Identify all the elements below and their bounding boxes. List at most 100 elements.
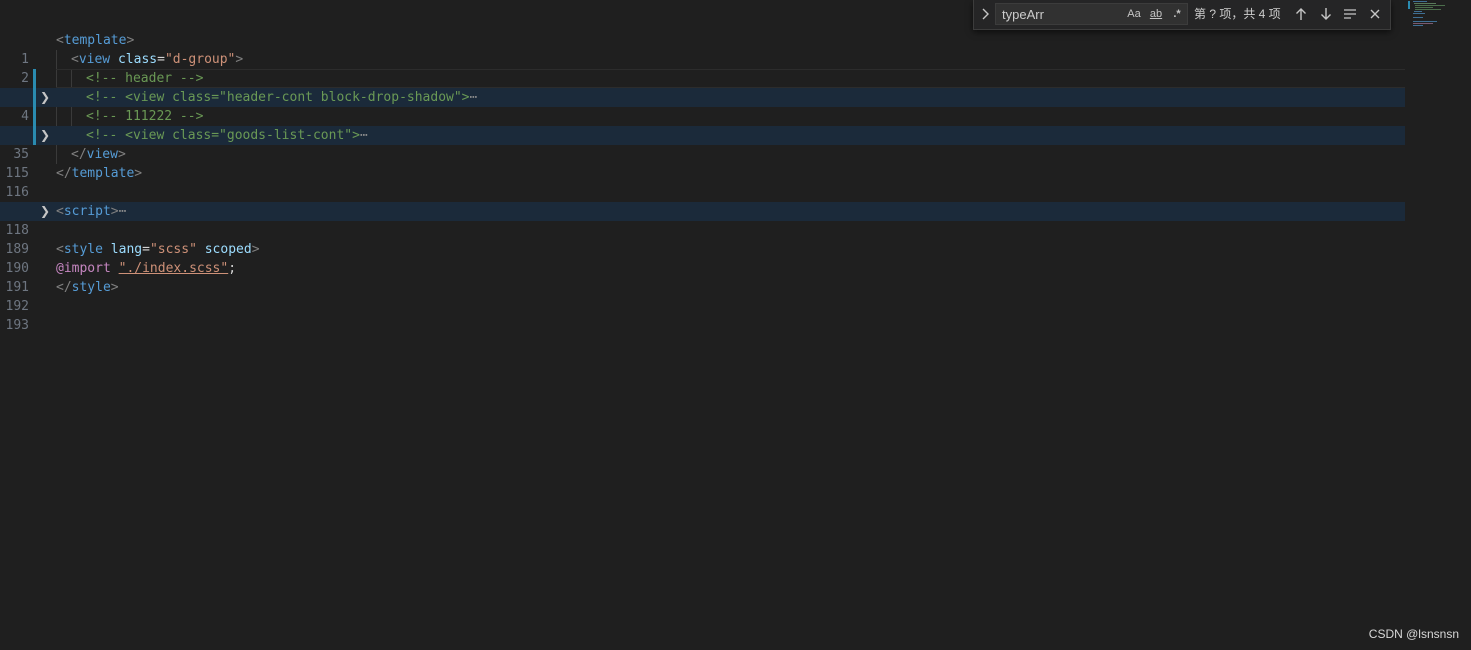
close-icon[interactable]: [1365, 4, 1385, 24]
code-text[interactable]: </template>: [56, 164, 142, 183]
bracket: >: [110, 204, 119, 219]
minimap[interactable]: [1405, 0, 1471, 650]
minimap-line: [1414, 11, 1422, 12]
bracket: </: [71, 147, 87, 162]
code-text[interactable]: <style lang="scss" scoped>: [56, 240, 260, 259]
code-line[interactable]: 117: [0, 183, 1405, 219]
tag-name: template: [71, 166, 135, 181]
bracket: </: [56, 280, 72, 295]
code-line-folded[interactable]: 35 ❯ <!-- <view class="goods-list-cont">…: [0, 126, 1405, 162]
import-path-link[interactable]: "./index.scss": [119, 261, 229, 276]
tag-name: template: [63, 33, 127, 48]
minimap-line: [1413, 21, 1437, 22]
minimap-line: [1413, 25, 1423, 26]
arrow-up-icon[interactable]: [1291, 4, 1311, 24]
tag-name: script: [63, 204, 111, 219]
arrow-down-icon[interactable]: [1316, 4, 1336, 24]
comment: <!-- header -->: [86, 71, 204, 86]
bracket: >: [251, 242, 260, 257]
minimap-line: [1415, 5, 1445, 6]
code-line-current[interactable]: 3 <!-- header -->: [0, 69, 1405, 105]
tag-name: style: [63, 242, 103, 257]
code-text[interactable]: <!-- <view class="goods-list-cont">⋯: [86, 126, 368, 145]
equals: =: [157, 52, 165, 67]
fold-chevron-right-icon[interactable]: ❯: [38, 202, 52, 221]
minimap-line: [1413, 17, 1423, 18]
code-line[interactable]: 192 </style>: [0, 278, 1405, 314]
bracket: >: [126, 33, 135, 48]
bracket: <: [56, 242, 64, 257]
code-line[interactable]: 2 <view class="d-group">: [0, 50, 1405, 86]
tag-name: style: [71, 280, 111, 295]
minimap-line: [1415, 9, 1441, 10]
code-line[interactable]: 193: [0, 297, 1405, 333]
minimap-line: [1413, 1, 1427, 2]
fold-chevron-right-icon[interactable]: ❯: [38, 88, 52, 107]
tag-name: view: [78, 52, 111, 67]
equals: =: [142, 242, 150, 257]
folded-ellipsis[interactable]: ⋯: [119, 204, 127, 219]
code-line[interactable]: 191 @import "./index.scss";: [0, 259, 1405, 295]
modified-marker: [33, 107, 36, 126]
attribute-value: "d-group": [164, 52, 236, 67]
semicolon: ;: [228, 261, 237, 276]
code-text[interactable]: <script>⋯: [56, 202, 126, 221]
match-case-button[interactable]: Aa: [1126, 6, 1142, 22]
code-text[interactable]: </view>: [71, 145, 126, 164]
find-input[interactable]: [1002, 5, 1122, 23]
bracket: >: [235, 52, 244, 67]
bracket: </: [56, 166, 72, 181]
comment: <!-- 111222 -->: [86, 109, 204, 124]
code-line[interactable]: 1 <template>: [0, 31, 1405, 67]
code-line-folded[interactable]: 4 ❯ <!-- <view class="header-cont block-…: [0, 88, 1405, 124]
attribute-value: "scss": [149, 242, 197, 257]
chevron-right-icon[interactable]: [976, 4, 994, 24]
comment: <!-- <view class="goods-list-cont">: [86, 128, 360, 143]
code-line[interactable]: 189: [0, 221, 1405, 257]
minimap-line: [1413, 13, 1425, 14]
minimap-line: [1413, 23, 1433, 24]
bracket: <: [71, 52, 79, 67]
attribute-name: scoped: [204, 242, 252, 257]
modified-marker: [33, 126, 36, 145]
regex-button[interactable]: .*: [1169, 6, 1185, 22]
find-widget: Aa ab .* 第 ? 项，共 4 项: [973, 0, 1391, 30]
code-text[interactable]: @import "./index.scss";: [56, 259, 236, 278]
minimap-line: [1415, 7, 1433, 8]
code-line[interactable]: 116 </template>: [0, 164, 1405, 200]
code-line[interactable]: 34 <!-- 111222 -->: [0, 107, 1405, 143]
modified-marker: [33, 69, 36, 88]
code-line-folded[interactable]: 118 ❯ <script>⋯: [0, 202, 1405, 238]
bracket: >: [117, 147, 126, 162]
whole-word-button[interactable]: ab: [1147, 6, 1165, 22]
modified-marker: [33, 88, 36, 107]
attribute-name: lang: [110, 242, 143, 257]
attribute-name: class: [117, 52, 158, 67]
code-text[interactable]: </style>: [56, 278, 119, 297]
bracket: <: [56, 204, 64, 219]
folded-ellipsis[interactable]: ⋯: [470, 90, 478, 105]
code-text[interactable]: <!-- 111222 -->: [86, 107, 203, 126]
import-keyword: @import: [56, 261, 111, 276]
bracket: <: [56, 33, 64, 48]
code-text[interactable]: <view class="d-group">: [71, 50, 243, 69]
folded-ellipsis[interactable]: ⋯: [360, 128, 368, 143]
code-text[interactable]: <!-- <view class="header-cont block-drop…: [86, 88, 477, 107]
code-text[interactable]: <template>: [56, 31, 134, 50]
tag-name: view: [86, 147, 118, 162]
find-in-selection-icon[interactable]: [1340, 4, 1360, 24]
fold-chevron-right-icon[interactable]: ❯: [38, 126, 52, 145]
watermark-text: CSDN @lsnsnsn: [1368, 627, 1459, 641]
line-number: 193: [5, 318, 29, 333]
match-count: 第 ? 项，共 4 项: [1194, 7, 1281, 21]
minimap-line: [1408, 1, 1410, 9]
code-text[interactable]: <!-- header -->: [86, 69, 203, 88]
find-input-box: Aa ab .*: [995, 3, 1188, 25]
bracket: >: [110, 280, 119, 295]
comment: <!-- <view class="header-cont block-drop…: [86, 90, 470, 105]
bracket: >: [134, 166, 143, 181]
code-line[interactable]: 115 </view>: [0, 145, 1405, 181]
minimap-line: [1414, 3, 1436, 4]
code-editor[interactable]: 1 <template> 2 <view class="d-group"> 3 …: [0, 0, 1471, 650]
code-line[interactable]: 190 <style lang="scss" scoped>: [0, 240, 1405, 276]
